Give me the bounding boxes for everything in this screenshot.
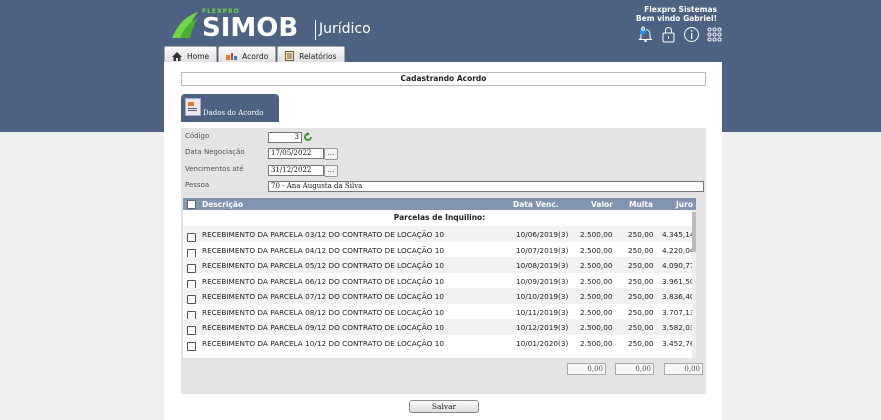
nav-relatorios-label: Relatórios [299, 51, 337, 61]
row-data-venc: 10/12/2019(3) [516, 323, 569, 332]
nav-acordo-label: Acordo [242, 51, 269, 61]
col-descricao: Descrição [202, 200, 244, 209]
notification-count: 0 [641, 26, 646, 33]
row-descricao: RECEBIMENTO DA PARCELA 05/12 DO CONTRATO… [202, 261, 444, 270]
leaf-logo-icon [172, 12, 198, 38]
col-valor: Valor [591, 200, 613, 209]
table-row[interactable]: RECEBIMENTO DA PARCELA 10/12 DO CONTRATO… [183, 335, 696, 351]
table-body: Parcelas de Inquilino: RECEBIMENTO DA PA… [183, 210, 696, 358]
row-descricao: RECEBIMENTO DA PARCELA 10/12 DO CONTRATO… [202, 338, 444, 348]
row-data-venc: 10/07/2019(3) [516, 245, 569, 255]
tab-label: Dados do Acordo [203, 109, 264, 117]
brand-divider [315, 20, 316, 40]
pessoa-field[interactable]: 70 - Ana Augusta da Silva [268, 181, 704, 192]
row-juro: 4.345,14 [662, 230, 695, 239]
module-name: Jurídico [319, 21, 371, 37]
row-multa: 250,00 [628, 230, 654, 239]
row-juro: 4.090,77 [662, 261, 695, 270]
data-negociacao-picker-button[interactable]: ... [324, 148, 338, 160]
handshake-icon [226, 52, 238, 60]
total-valor: 0,00 [567, 363, 606, 375]
row-juro: 3.961,50 [662, 276, 695, 286]
nav-home-label: Home [187, 51, 210, 61]
total-juro: 0,00 [664, 363, 703, 375]
table-header: Descrição Data Venc. Valor Multa Juro [183, 198, 696, 210]
row-valor: 2.500,00 [580, 292, 613, 301]
table-row[interactable]: RECEBIMENTO DA PARCELA 09/12 DO CONTRATO… [183, 319, 696, 335]
vencimentos-field[interactable]: 31/12/2022 [268, 165, 324, 176]
row-valor: 2.500,00 [580, 230, 613, 239]
form-area: Código 3 Data Negociação 17/05/2022 ... … [181, 128, 706, 394]
row-descricao: RECEBIMENTO DA PARCELA 04/12 DO CONTRATO… [202, 245, 444, 255]
company-name: Flexpro Sistemas [644, 5, 717, 14]
row-multa: 250,00 [628, 338, 654, 348]
codigo-label: Código [185, 132, 210, 140]
data-negociacao-field[interactable]: 17/05/2022 [268, 148, 324, 159]
table-row[interactable]: RECEBIMENTO DA PARCELA 06/12 DO CONTRATO… [183, 273, 696, 289]
col-juro: Juro [676, 200, 693, 209]
vencimentos-label: Vencimentos até [185, 165, 244, 173]
row-descricao: RECEBIMENTO DA PARCELA 03/12 DO CONTRATO… [202, 230, 444, 239]
row-multa: 250,00 [628, 292, 654, 301]
report-icon [285, 51, 295, 61]
row-descricao: RECEBIMENTO DA PARCELA 07/12 DO CONTRATO… [202, 292, 444, 301]
table-row[interactable]: RECEBIMENTO DA PARCELA 08/12 DO CONTRATO… [183, 304, 696, 320]
col-data-venc: Data Venc. [513, 200, 559, 209]
codigo-field[interactable]: 3 [268, 132, 302, 143]
lock-icon[interactable] [660, 26, 677, 43]
row-data-venc: 10/08/2019(3) [516, 261, 569, 270]
row-valor: 2.500,00 [580, 323, 613, 332]
table-row[interactable]: RECEBIMENTO DA PARCELA 05/12 DO CONTRATO… [183, 257, 696, 273]
document-icon [185, 98, 201, 116]
row-valor: 2.500,00 [580, 338, 613, 348]
tab-dados-acordo[interactable]: Dados do Acordo [181, 94, 279, 122]
table-row[interactable]: RECEBIMENTO DA PARCELA 04/12 DO CONTRATO… [183, 242, 696, 258]
row-data-venc: 10/06/2019(3) [516, 230, 569, 239]
row-descricao: RECEBIMENTO DA PARCELA 09/12 DO CONTRATO… [202, 323, 444, 332]
total-multa: 0,00 [615, 363, 654, 375]
home-icon [172, 51, 182, 61]
row-multa: 250,00 [628, 323, 654, 332]
save-button[interactable]: Salvar [409, 400, 479, 413]
header-icons: 0 [637, 26, 723, 43]
row-descricao: RECEBIMENTO DA PARCELA 06/12 DO CONTRATO… [202, 276, 444, 286]
info-icon[interactable] [683, 26, 700, 43]
row-data-venc: 10/01/2020(3) [516, 338, 569, 348]
row-juro: 3.582,03 [662, 323, 695, 332]
table-scrollbar[interactable] [692, 210, 696, 358]
pessoa-label: Pessoa [185, 181, 210, 189]
row-multa: 250,00 [628, 245, 654, 255]
row-valor: 2.500,00 [580, 276, 613, 286]
checkbox-icon [187, 341, 196, 351]
row-juro: 3.707,13 [662, 307, 695, 317]
row-juro: 3.452,76 [662, 338, 695, 348]
row-valor: 2.500,00 [580, 261, 613, 270]
table-row[interactable]: RECEBIMENTO DA PARCELA 03/12 DO CONTRATO… [183, 226, 696, 242]
vencimentos-picker-button[interactable]: ... [324, 165, 338, 177]
row-data-venc: 10/09/2019(3) [516, 276, 569, 286]
data-negociacao-label: Data Negociação [185, 148, 245, 156]
row-valor: 2.500,00 [580, 307, 613, 317]
bell-icon[interactable]: 0 [637, 26, 654, 43]
row-juro: 4.220,04 [662, 245, 695, 255]
row-descricao: RECEBIMENTO DA PARCELA 08/12 DO CONTRATO… [202, 307, 444, 317]
row-juro: 3.836,40 [662, 292, 695, 301]
table-row[interactable]: RECEBIMENTO DA PARCELA 07/12 DO CONTRATO… [183, 288, 696, 304]
content-panel: Cadastrando Acordo Dados do Acordo Códig… [164, 62, 722, 420]
user-info: Flexpro Sistemas Bem vindo Gabriel! [636, 5, 717, 23]
row-valor: 2.500,00 [580, 245, 613, 255]
col-multa: Multa [629, 200, 654, 209]
welcome-text: Bem vindo Gabriel! [635, 14, 717, 23]
brand-name: SIMOB [202, 13, 299, 43]
page-title: Cadastrando Acordo [181, 72, 706, 86]
row-multa: 250,00 [628, 261, 654, 270]
row-data-venc: 10/10/2019(3) [516, 292, 569, 301]
group-header: Parcelas de Inquilino: [393, 213, 486, 222]
row-multa: 250,00 [628, 276, 654, 286]
row-data-venc: 10/11/2019(3) [516, 307, 569, 317]
row-multa: 250,00 [628, 307, 654, 317]
apps-grid-icon[interactable] [706, 26, 723, 43]
refresh-icon[interactable] [303, 132, 313, 142]
